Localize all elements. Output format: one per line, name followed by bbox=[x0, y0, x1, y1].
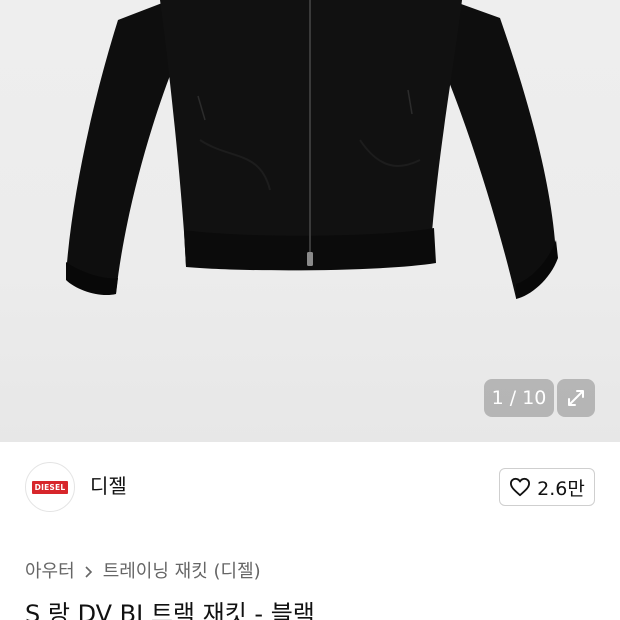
expand-button[interactable] bbox=[557, 379, 595, 417]
like-count: 2.6만 bbox=[537, 477, 585, 500]
chevron-right-icon bbox=[84, 565, 94, 579]
brand-logo-text: DIESEL bbox=[31, 480, 69, 494]
breadcrumb: 아우터 트레이닝 재킷 (디젤) bbox=[25, 559, 261, 585]
like-button[interactable]: 2.6만 bbox=[499, 468, 595, 506]
heart-icon bbox=[510, 477, 531, 497]
breadcrumb-item-subcategory[interactable]: 트레이닝 재킷 (디젤) bbox=[103, 559, 261, 585]
product-image[interactable] bbox=[0, 0, 620, 442]
brand-row: DIESEL 디젤 2.6만 bbox=[0, 442, 620, 532]
product-title: S 랑 DV BJ 트랙 재킷 - 블랙 bbox=[25, 600, 315, 620]
brand-logo[interactable]: DIESEL bbox=[25, 462, 75, 512]
image-counter: 1 / 10 bbox=[484, 379, 554, 417]
expand-icon bbox=[568, 390, 584, 406]
brand-name[interactable]: 디젤 bbox=[90, 473, 127, 499]
breadcrumb-item-category[interactable]: 아우터 bbox=[25, 559, 75, 585]
product-gallery[interactable]: 1 / 10 bbox=[0, 0, 620, 442]
